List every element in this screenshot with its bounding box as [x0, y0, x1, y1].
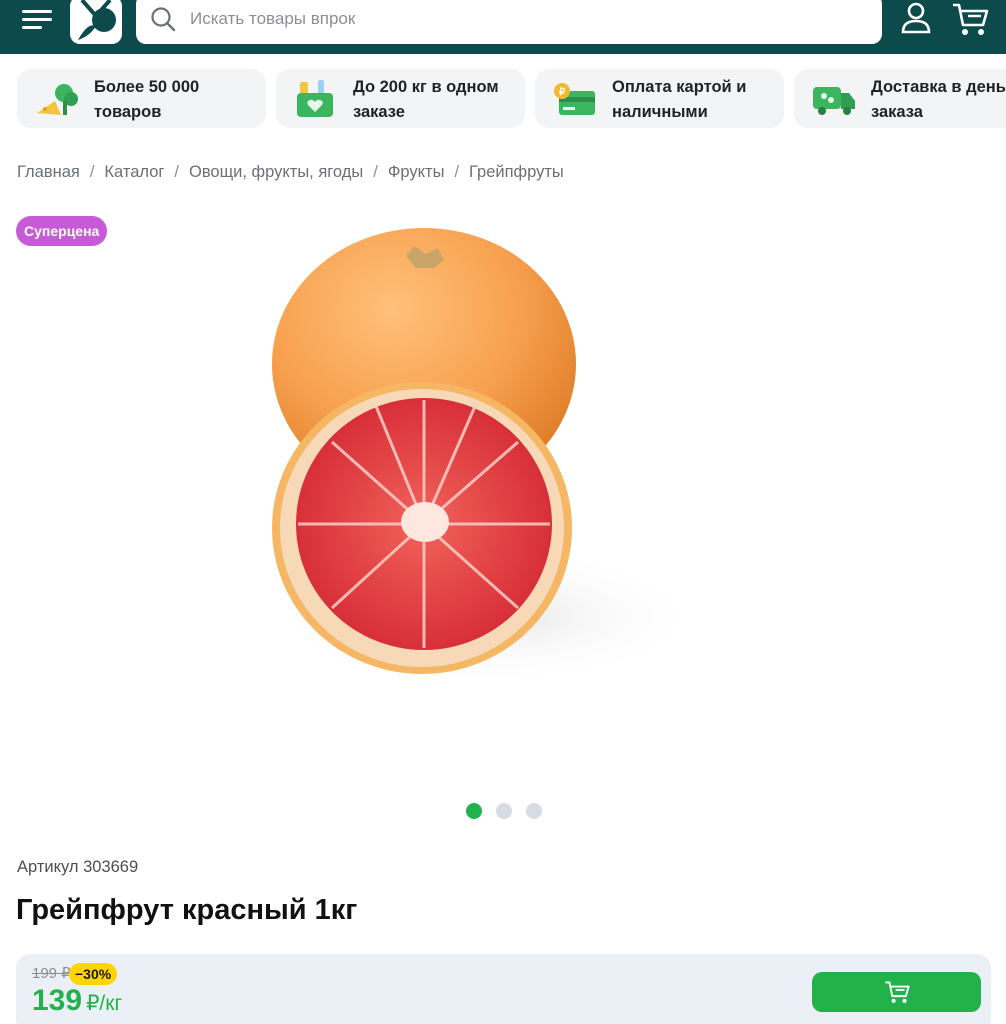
features-strip: Более 50 000 товаров До 200 кг в одном з…: [0, 66, 1006, 132]
price-value: 139: [32, 984, 83, 1017]
breadcrumb-separator: /: [174, 163, 179, 181]
feature-payment[interactable]: ₽ Оплата картой и наличными: [535, 69, 784, 128]
user-icon[interactable]: [898, 0, 934, 36]
price-unit: ₽/кг: [86, 992, 123, 1015]
breadcrumb: Главная / Каталог / Овощи, фрукты, ягоды…: [17, 163, 564, 182]
carousel-dot[interactable]: [496, 803, 512, 819]
feature-weight[interactable]: До 200 кг в одном заказе: [276, 69, 525, 128]
svg-text:₽: ₽: [559, 87, 566, 98]
feature-label: До 200 кг в одном заказе: [353, 78, 499, 121]
breadcrumb-item[interactable]: Главная: [17, 163, 80, 182]
search-input[interactable]: [190, 4, 850, 34]
product-title: Грейпфрут красный 1кг: [16, 894, 358, 926]
breadcrumb-item[interactable]: Каталог: [104, 163, 164, 182]
breadcrumb-item[interactable]: Овощи, фрукты, ягоды: [189, 163, 363, 182]
carousel-dots: [466, 803, 542, 819]
breadcrumb-item[interactable]: Грейпфруты: [469, 163, 564, 182]
vegetables-icon: [37, 84, 78, 115]
search-bar[interactable]: [136, 0, 882, 44]
search-icon[interactable]: [150, 6, 176, 32]
cart-icon: [884, 981, 910, 1003]
feature-assortment[interactable]: Более 50 000 товаров: [17, 69, 266, 128]
grocery-bag-icon: [297, 80, 333, 117]
old-price: 199 ₽: [32, 965, 71, 982]
product-image[interactable]: [256, 216, 752, 756]
feature-label: Оплата картой и наличными: [612, 78, 747, 121]
delivery-truck-icon: [813, 87, 855, 115]
cart-icon[interactable]: [950, 0, 990, 38]
carousel-dot-active[interactable]: [466, 803, 482, 819]
add-to-cart-button[interactable]: [812, 972, 981, 1012]
super-price-badge: Суперцена: [16, 216, 108, 246]
current-price: 139 ₽/кг: [32, 984, 122, 1018]
feature-label: Доставка в день заказа: [871, 78, 1006, 121]
menu-icon[interactable]: [22, 6, 54, 34]
logo[interactable]: [70, 0, 122, 44]
payment-card-icon: ₽: [554, 83, 595, 115]
product-sku: Артикул 303669: [17, 858, 139, 876]
breadcrumb-item[interactable]: Фрукты: [388, 163, 445, 182]
breadcrumb-separator: /: [373, 163, 378, 181]
discount-badge: −30%: [69, 963, 118, 985]
price-panel: 199 ₽ −30% 139 ₽/кг: [16, 954, 991, 1024]
breadcrumb-separator: /: [454, 163, 460, 181]
feature-label: Более 50 000 товаров: [94, 78, 200, 121]
carousel-dot[interactable]: [526, 803, 542, 819]
breadcrumb-separator: /: [89, 163, 95, 181]
feature-delivery[interactable]: Доставка в день заказа: [794, 69, 1006, 128]
top-header: [0, 0, 1006, 54]
